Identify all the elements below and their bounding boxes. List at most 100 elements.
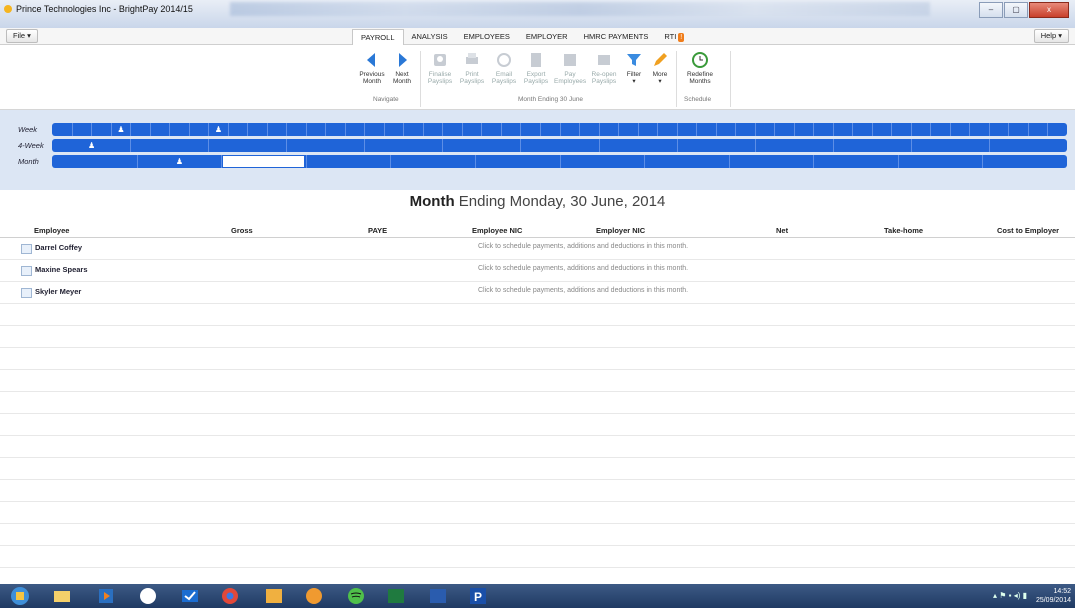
col-employee-nic[interactable]: Employee NIC [472, 226, 522, 235]
help-menu-button[interactable]: Help ▾ [1033, 29, 1069, 43]
previous-month-button[interactable]: Previous Month [356, 51, 388, 85]
export-label-2: Payslips [523, 78, 549, 85]
hp-icon[interactable] [138, 586, 158, 606]
print-payslips-button[interactable]: Print Payslips [456, 51, 488, 85]
table-row[interactable]: Skyler Meyer Click to schedule payments,… [0, 282, 1075, 304]
ribbon-separator [730, 51, 731, 107]
spotify-icon[interactable] [346, 586, 366, 606]
start-button-icon[interactable] [10, 586, 30, 606]
empty-row [0, 458, 1075, 480]
redefine-months-button[interactable]: Redefine Months [680, 51, 720, 85]
col-gross[interactable]: Gross [231, 226, 253, 235]
period-divider [735, 123, 737, 136]
empty-row [0, 370, 1075, 392]
reopen-icon [598, 55, 610, 65]
tab-hmrc-payments[interactable]: HMRC PAYMENTS [576, 29, 657, 45]
period-divider [891, 123, 893, 136]
word-icon[interactable] [428, 586, 448, 606]
employee-table-header: Employee Gross PAYE Employee NIC Employe… [0, 223, 1075, 238]
reopen-payslips-button[interactable]: Re-open Payslips [588, 51, 620, 85]
filter-label-1: Filter [626, 71, 642, 78]
employee-name[interactable]: Darrel Coffey [35, 243, 82, 252]
col-take-home[interactable]: Take-home [884, 226, 923, 235]
period-divider [442, 123, 444, 136]
period-divider [910, 139, 912, 152]
schedule-hint[interactable]: Click to schedule payments, additions an… [478, 243, 688, 250]
pay-label-1: Pay [564, 71, 576, 78]
employee-payday-icon[interactable]: ♟ [117, 125, 124, 134]
pay-icon [564, 54, 576, 66]
month-group-label: Month Ending 30 June [518, 96, 584, 103]
period-divider [598, 123, 600, 136]
period-divider [130, 123, 132, 136]
row-checkbox[interactable] [21, 244, 32, 254]
brightpay-taskbar-icon[interactable]: P [468, 586, 488, 606]
four-week-periods-bar[interactable]: ♟ [52, 139, 1067, 152]
tab-employees[interactable]: EMPLOYEES [456, 29, 518, 45]
period-divider [988, 139, 990, 152]
media-player-icon[interactable] [96, 586, 116, 606]
period-divider [852, 123, 854, 136]
period-divider [286, 123, 288, 136]
period-divider [982, 155, 984, 168]
col-paye[interactable]: PAYE [368, 226, 387, 235]
empty-row [0, 304, 1075, 326]
picture-app-icon[interactable] [264, 586, 284, 606]
employee-name[interactable]: Maxine Spears [35, 265, 88, 274]
period-divider [774, 123, 776, 136]
selected-period[interactable] [223, 156, 304, 167]
schedule-hint[interactable]: Click to schedule payments, additions an… [478, 287, 688, 294]
messenger-icon[interactable] [304, 586, 324, 606]
employee-name[interactable]: Skyler Meyer [35, 287, 81, 296]
close-button[interactable]: x [1029, 2, 1069, 18]
empty-row [0, 480, 1075, 502]
month-periods-bar[interactable]: ♟ [52, 155, 1067, 168]
table-row[interactable]: Darrel Coffey Click to schedule payments… [0, 238, 1075, 260]
period-divider [1027, 123, 1029, 136]
tab-rti[interactable]: RTI! [656, 29, 692, 45]
period-divider [637, 123, 639, 136]
chrome-icon[interactable] [220, 586, 240, 606]
email-payslips-button[interactable]: Email Payslips [488, 51, 520, 85]
email-icon [497, 53, 511, 67]
tab-payroll[interactable]: PAYROLL [352, 29, 404, 46]
export-payslips-button[interactable]: Export Payslips [520, 51, 552, 85]
employee-payday-icon[interactable]: ♟ [176, 157, 183, 166]
col-employee[interactable]: Employee [34, 226, 69, 235]
col-cost-to-employer[interactable]: Cost to Employer [997, 226, 1059, 235]
finalise-label-2: Payslips [427, 78, 453, 85]
period-divider [539, 123, 541, 136]
row-checkbox[interactable] [21, 288, 32, 298]
table-row[interactable]: Maxine Spears Click to schedule payments… [0, 260, 1075, 282]
employee-payday-icon[interactable]: ♟ [88, 141, 95, 150]
maximize-button[interactable]: ▢ [1004, 2, 1028, 18]
period-divider [657, 123, 659, 136]
system-tray-icons[interactable]: ▴ ⚑ ▪ ◂) ▮ [993, 591, 1027, 600]
excel-icon[interactable] [386, 586, 406, 606]
row-checkbox[interactable] [21, 266, 32, 276]
system-clock[interactable]: 14:52 25/09/2014 [1036, 587, 1071, 605]
file-menu-button[interactable]: File ▾ [6, 29, 38, 43]
file-explorer-icon[interactable] [52, 586, 72, 606]
period-divider [136, 155, 138, 168]
period-divider [676, 123, 678, 136]
col-net[interactable]: Net [776, 226, 788, 235]
ribbon-separator [420, 51, 421, 107]
finalise-payslips-button[interactable]: Finalise Payslips [424, 51, 456, 85]
clock-icon [692, 52, 708, 68]
checkmark-app-icon[interactable] [180, 586, 200, 606]
minimize-button[interactable]: – [979, 2, 1003, 18]
tab-employer[interactable]: EMPLOYER [518, 29, 576, 45]
ribbon-toolbar: Previous Month Next Month Navigate Final… [0, 45, 1075, 110]
next-month-button[interactable]: Next Month [386, 51, 418, 85]
employee-payday-icon[interactable]: ♟ [215, 125, 222, 134]
schedule-hint[interactable]: Click to schedule payments, additions an… [478, 265, 688, 272]
week-periods-bar[interactable]: ♟ ♟ [52, 123, 1067, 136]
more-button[interactable]: More ▾ [644, 51, 676, 85]
export-label-1: Export [526, 71, 546, 78]
col-employer-nic[interactable]: Employer NIC [596, 226, 645, 235]
tab-analysis[interactable]: ANALYSIS [404, 29, 456, 45]
period-divider [559, 123, 561, 136]
period-divider [579, 123, 581, 136]
pay-employees-button[interactable]: Pay Employees [554, 51, 586, 85]
